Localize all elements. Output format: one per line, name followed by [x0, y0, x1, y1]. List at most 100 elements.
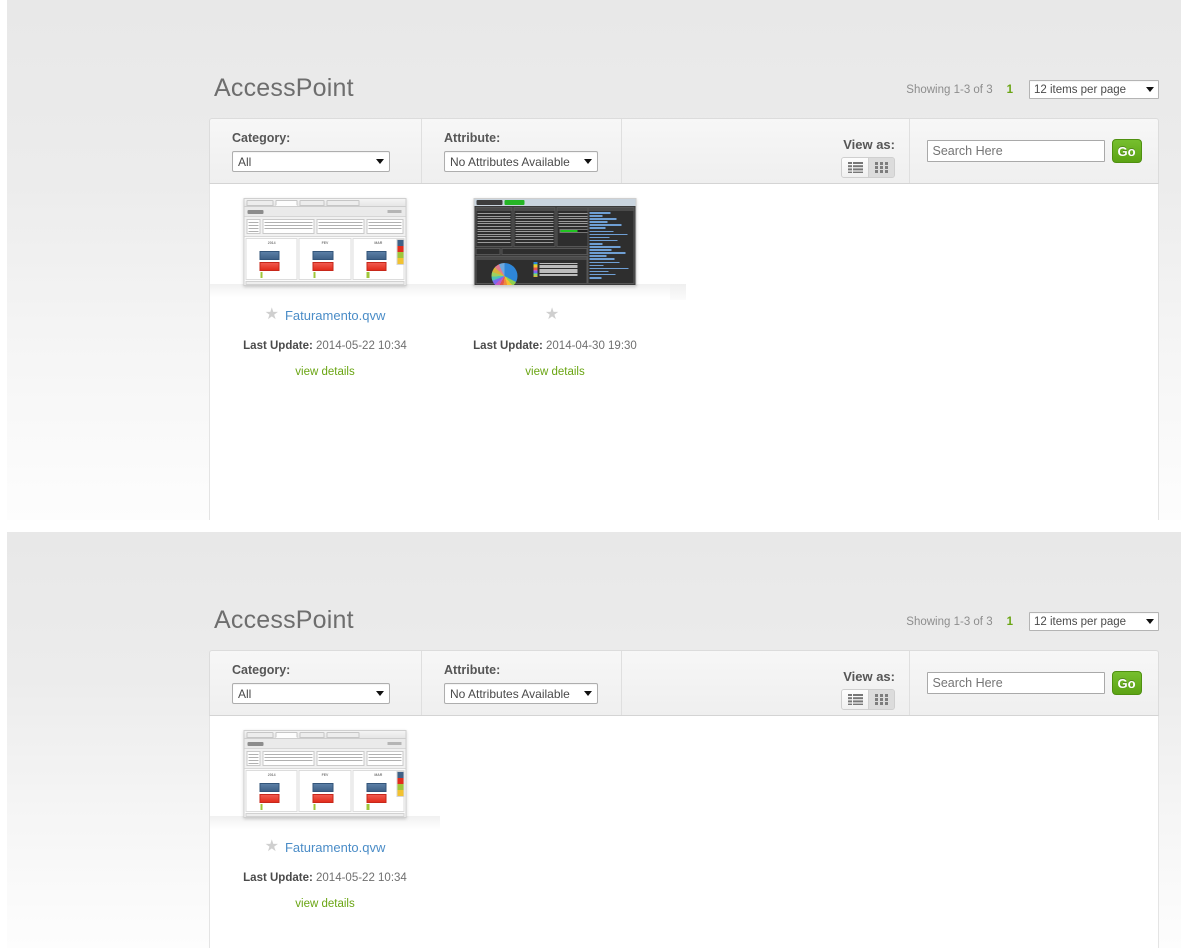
chevron-down-icon: [1146, 87, 1154, 92]
showing-count: Showing 1-3 of 3: [906, 83, 993, 96]
document-name-link[interactable]: Faturamento.qvw: [285, 840, 385, 855]
document-name-link[interactable]: Faturamento.qvw: [285, 308, 385, 323]
filter-bar: Category: All Attribute: No Attributes A…: [209, 118, 1159, 184]
items-per-page-value: 12 items per page: [1034, 615, 1127, 628]
search-input[interactable]: [926, 140, 1105, 162]
view-as-label: View as:: [843, 136, 895, 152]
page-number-1[interactable]: 1: [1007, 84, 1013, 96]
view-as-cell: View as:: [622, 651, 910, 715]
page-title: AccessPoint: [214, 606, 354, 634]
view-details-link[interactable]: view details: [295, 898, 354, 910]
chevron-down-icon: [1146, 619, 1154, 624]
last-update-row: Last Update: 2014-04-30 19:30: [440, 340, 670, 352]
category-filter-cell: Category: All: [210, 651, 422, 715]
qlikview-dark-pie-dashboard-image: [474, 199, 636, 285]
items-per-page-select[interactable]: 12 items per page: [1029, 80, 1159, 99]
document-grid: 2014 FEV MAR ★ Faturamento.qvw Last Upda…: [209, 716, 1159, 948]
thumbnail-shelf: [670, 284, 686, 300]
pagination-controls: Showing 1-3 of 3 1 12 items per page: [906, 80, 1159, 99]
pagination-controls: Showing 1-3 of 3 1 12 items per page: [906, 612, 1159, 631]
grid-view-button[interactable]: [868, 689, 894, 709]
list-view-button[interactable]: [842, 157, 868, 177]
grid-view-icon: [874, 693, 888, 705]
thumbnail-wrap: 2014 FEV MAR: [210, 730, 440, 830]
document-name-row: ★ Faturamento.qvw: [210, 838, 440, 856]
showing-count: Showing 1-3 of 3: [906, 615, 993, 628]
attribute-filter-cell: Attribute: No Attributes Available: [422, 119, 622, 183]
category-value: All: [238, 686, 252, 701]
last-update-label: Last Update:: [473, 340, 543, 352]
document-list: 2014 FEV MAR ★ Faturamento.qvw Last Upda…: [210, 716, 1158, 912]
last-update-row: Last Update: 2014-05-22 10:34: [210, 340, 440, 352]
category-label: Category:: [232, 663, 291, 677]
app-page: AccessPoint Showing 1-3 of 3 1 12 items …: [0, 0, 1190, 948]
search-cell: Go: [910, 119, 1158, 183]
category-select[interactable]: All: [232, 151, 390, 172]
filter-bar: Category: All Attribute: No Attributes A…: [209, 650, 1159, 716]
view-details-link[interactable]: view details: [525, 366, 584, 378]
attribute-value: No Attributes Available: [450, 686, 570, 701]
page-number-1[interactable]: 1: [1007, 616, 1013, 628]
document-thumbnail[interactable]: 2014 FEV MAR: [243, 730, 407, 818]
attribute-label: Attribute:: [444, 663, 501, 677]
document-card-partial[interactable]: [670, 198, 710, 300]
thumbnail-shelf: [440, 284, 670, 298]
page-title: AccessPoint: [214, 74, 354, 102]
attribute-value: No Attributes Available: [450, 154, 570, 169]
items-per-page-select[interactable]: 12 items per page: [1029, 612, 1159, 631]
list-view-icon: [847, 693, 863, 705]
document-thumbnail[interactable]: [473, 198, 637, 286]
chevron-down-icon: [376, 691, 384, 696]
qlikview-light-billing-dashboard-image: 2014 FEV MAR: [244, 199, 406, 285]
star-icon[interactable]: ★: [265, 839, 279, 855]
thumbnail-wrap: [440, 198, 670, 298]
items-per-page-value: 12 items per page: [1034, 83, 1127, 96]
star-icon[interactable]: ★: [545, 307, 559, 323]
chevron-down-icon: [376, 159, 384, 164]
search-cell: Go: [910, 651, 1158, 715]
category-filter-cell: Category: All: [210, 119, 422, 183]
pie-chart-icon: [491, 262, 518, 285]
attribute-filter-cell: Attribute: No Attributes Available: [422, 651, 622, 715]
last-update-label: Last Update:: [243, 340, 313, 352]
list-view-icon: [847, 161, 863, 173]
go-button[interactable]: Go: [1111, 139, 1142, 163]
attribute-label: Attribute:: [444, 131, 501, 145]
header-row: AccessPoint Showing 1-3 of 3 1 12 items …: [202, 74, 1159, 112]
chevron-down-icon: [584, 691, 592, 696]
view-toggle-group: [841, 156, 895, 178]
document-name-row: ★: [440, 306, 670, 324]
accesspoint-panel-bottom: AccessPoint Showing 1-3 of 3 1 12 items …: [7, 532, 1181, 948]
chevron-down-icon: [584, 159, 592, 164]
attribute-select[interactable]: No Attributes Available: [444, 151, 598, 172]
last-update-value: 2014-05-22 10:34: [316, 340, 407, 352]
last-update-value: 2014-05-22 10:34: [316, 872, 407, 884]
grid-view-icon: [874, 161, 888, 173]
view-as-label: View as:: [843, 668, 895, 684]
last-update-label: Last Update:: [243, 872, 313, 884]
last-update-value: 2014-04-30 19:30: [546, 340, 637, 352]
last-update-row: Last Update: 2014-05-22 10:34: [210, 872, 440, 884]
document-name-row: ★ Faturamento.qvw: [210, 306, 440, 324]
document-thumbnail[interactable]: 2014 FEV MAR: [243, 198, 407, 286]
attribute-select[interactable]: No Attributes Available: [444, 683, 598, 704]
thumbnail-shelf: [210, 284, 440, 298]
header-row: AccessPoint Showing 1-3 of 3 1 12 items …: [202, 606, 1159, 644]
category-select[interactable]: All: [232, 683, 390, 704]
accesspoint-panel-top: AccessPoint Showing 1-3 of 3 1 12 items …: [7, 0, 1181, 520]
view-toggle-group: [841, 688, 895, 710]
category-label: Category:: [232, 131, 291, 145]
view-as-cell: View as:: [622, 119, 910, 183]
document-card[interactable]: 2014 FEV MAR ★ Faturamento.qvw Last Upda…: [210, 730, 440, 912]
document-card[interactable]: 2014 FEV MAR ★ Faturamento.qvw Last Upda…: [210, 198, 440, 380]
search-input[interactable]: [926, 672, 1105, 694]
category-value: All: [238, 154, 252, 169]
list-view-button[interactable]: [842, 689, 868, 709]
qlikview-light-billing-dashboard-image: 2014 FEV MAR: [244, 731, 406, 817]
star-icon[interactable]: ★: [265, 307, 279, 323]
view-details-link[interactable]: view details: [295, 366, 354, 378]
grid-view-button[interactable]: [868, 157, 894, 177]
go-button[interactable]: Go: [1111, 671, 1142, 695]
thumbnail-wrap: 2014 FEV MAR: [210, 198, 440, 298]
document-card[interactable]: ★ Last Update: 2014-04-30 19:30 view det…: [440, 198, 670, 380]
